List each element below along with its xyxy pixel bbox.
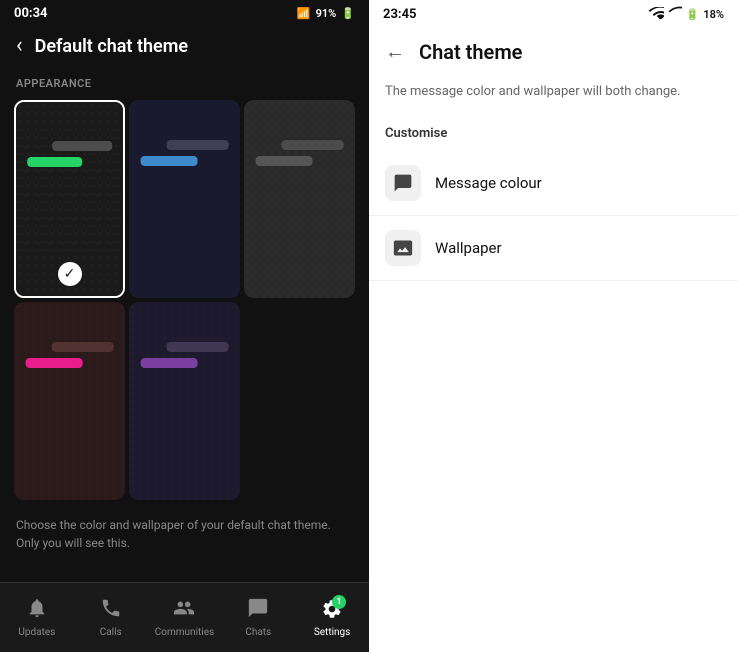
battery-text: 91%	[316, 7, 337, 20]
wifi-icon-right	[648, 7, 664, 22]
nav-item-communities[interactable]: Communities	[154, 597, 214, 638]
theme-card-inner	[129, 100, 240, 298]
theme-card-dark-green[interactable]: ✓	[14, 100, 125, 298]
theme-bubbles	[25, 342, 114, 368]
message-colour-label: Message colour	[435, 174, 542, 192]
left-status-icons: 📶 91% 🔋	[297, 7, 355, 20]
settings-icon-wrapper: 1	[321, 598, 343, 624]
right-page-title: Chat theme	[419, 40, 522, 64]
theme-card-dark-gray[interactable]	[244, 100, 355, 298]
footer-description: Choose the color and wallpaper of your d…	[0, 500, 369, 564]
message-colour-item[interactable]: Message colour	[369, 151, 738, 216]
theme-card-pink[interactable]	[14, 302, 125, 500]
bubble-received	[140, 156, 198, 166]
theme-card-inner	[14, 302, 125, 500]
chats-label: Chats	[245, 627, 271, 638]
settings-badge: 1	[332, 595, 346, 609]
doodle-overlay	[129, 302, 240, 500]
updates-label: Updates	[18, 627, 55, 638]
doodle-overlay	[14, 302, 125, 500]
left-status-bar: 00:34 📶 91% 🔋	[0, 0, 369, 27]
battery-icon-right: 🔋	[686, 8, 700, 21]
wallpaper-icon	[385, 230, 421, 266]
bubble-received	[25, 358, 83, 368]
theme-card-dark-blue[interactable]	[129, 100, 240, 298]
right-description: The message color and wallpaper will bot…	[369, 78, 738, 118]
left-panel: 00:34 📶 91% 🔋 ‹ Default chat theme APPEA…	[0, 0, 369, 652]
nav-item-updates[interactable]: Updates	[7, 597, 67, 638]
signal-icon-right	[668, 6, 682, 23]
bubble-sent	[52, 141, 112, 151]
right-time: 23:45	[383, 7, 417, 22]
theme-card-dark-purple[interactable]	[129, 302, 240, 500]
theme-bubbles	[140, 342, 229, 368]
left-time: 00:34	[14, 6, 48, 21]
left-page-title: Default chat theme	[35, 36, 188, 57]
customise-label: Customise	[369, 118, 738, 151]
message-colour-icon	[385, 165, 421, 201]
right-panel: 23:45 🔋 18% ← Chat theme The message col…	[369, 0, 738, 652]
right-back-button[interactable]: ←	[385, 39, 405, 64]
left-back-button[interactable]: ‹	[16, 35, 23, 57]
calls-icon	[100, 597, 122, 624]
doodle-overlay	[129, 100, 240, 298]
chats-icon	[247, 597, 269, 624]
bubble-sent	[52, 342, 114, 352]
right-status-icons: 🔋 18%	[648, 6, 724, 23]
nav-item-calls[interactable]: Calls	[81, 597, 141, 638]
theme-bubbles	[140, 140, 229, 166]
calls-label: Calls	[100, 627, 122, 638]
right-status-bar: 23:45 🔋 18%	[369, 0, 738, 29]
right-header: ← Chat theme	[369, 29, 738, 78]
selected-checkmark: ✓	[58, 262, 82, 286]
doodle-overlay	[244, 100, 355, 298]
wallpaper-label: Wallpaper	[435, 239, 502, 257]
updates-icon	[26, 597, 48, 624]
wifi-icon: 📶	[297, 7, 311, 20]
appearance-label: APPEARANCE	[0, 69, 369, 100]
communities-icon	[173, 597, 195, 624]
bubble-sent	[167, 140, 229, 150]
bubble-sent	[167, 342, 229, 352]
battery-icon: 🔋	[341, 7, 355, 20]
theme-card-inner	[129, 302, 240, 500]
settings-label: Settings	[314, 627, 351, 638]
communities-label: Communities	[155, 627, 214, 638]
bubble-received	[140, 358, 198, 368]
themes-grid: ✓	[0, 100, 369, 500]
bubble-sent	[282, 140, 344, 150]
nav-item-settings[interactable]: 1 Settings	[302, 598, 362, 638]
battery-percent-right: 18%	[703, 8, 724, 21]
wallpaper-item[interactable]: Wallpaper	[369, 216, 738, 281]
bubble-received	[27, 157, 83, 167]
bubble-received	[255, 156, 313, 166]
theme-bubbles	[255, 140, 344, 166]
bottom-nav: Updates Calls Communities	[0, 582, 369, 652]
left-header: ‹ Default chat theme	[0, 27, 369, 69]
theme-card-inner	[244, 100, 355, 298]
nav-item-chats[interactable]: Chats	[228, 597, 288, 638]
theme-card-inner: ✓	[16, 102, 123, 296]
theme-bubbles	[27, 141, 113, 167]
